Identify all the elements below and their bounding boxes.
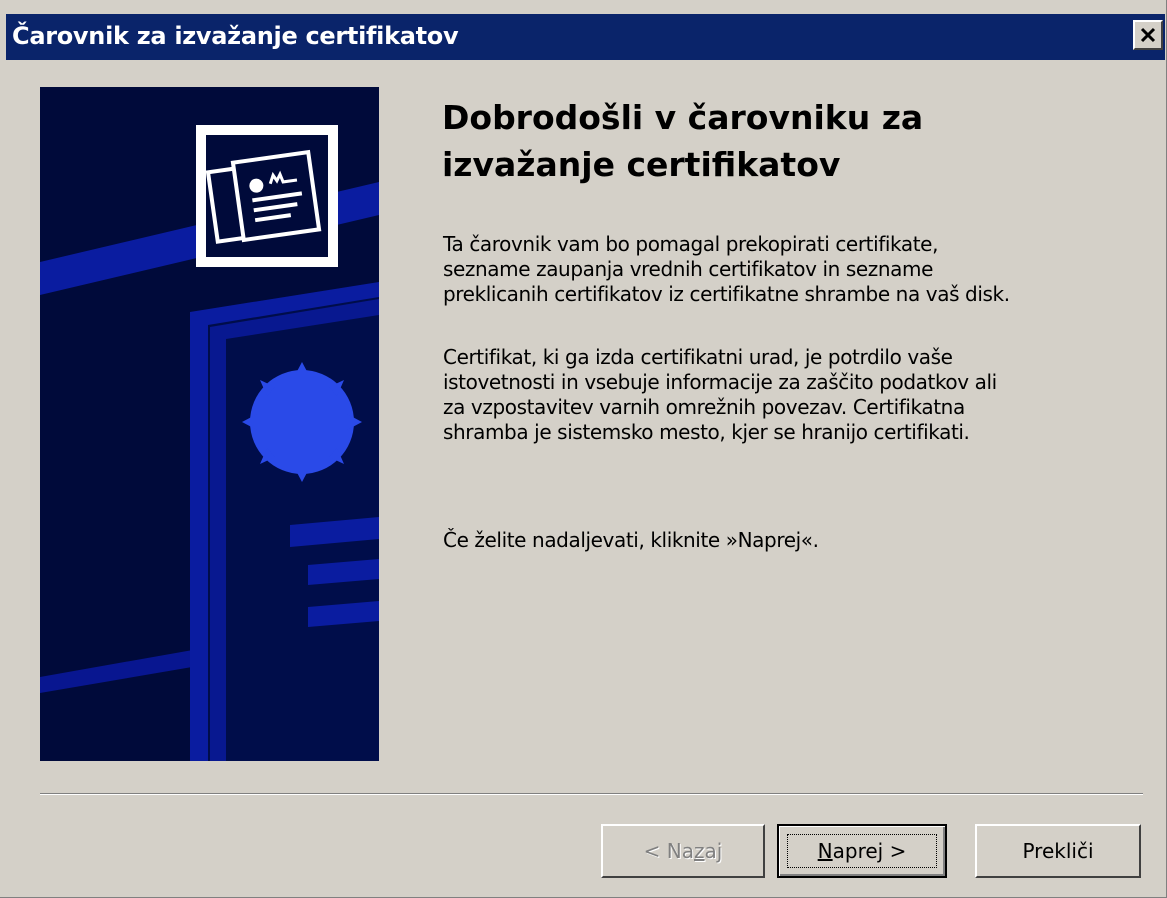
next-button[interactable]: Naprej > (777, 824, 947, 878)
certificate-seal (242, 362, 362, 482)
certificate-icon (196, 125, 338, 267)
heading-line: izvažanje certifikatov (442, 145, 841, 184)
paragraph-line: istovetnosti in vsebuje informacije za z… (443, 370, 997, 394)
cancel-button-label: Prekliči (1022, 839, 1094, 863)
intro-paragraph: Ta čarovnik vam bo pomagal prekopirati c… (443, 232, 1143, 307)
continue-instruction: Če želite nadaljevati, kliknite »Naprej«… (443, 528, 1143, 553)
banner-artwork (40, 87, 379, 761)
wizard-heading: Dobrodošli v čarovniku za izvažanje cert… (442, 94, 1142, 188)
focus-rectangle (787, 834, 937, 868)
paragraph-line: za vzpostavitev varnih omrežnih povezav.… (443, 395, 965, 419)
wizard-window: Čarovnik za izvažanje certifikatov Dobro… (0, 0, 1167, 898)
paragraph-line: Certifikat, ki ga izda certifikatni urad… (443, 345, 953, 369)
paragraph-line: Ta čarovnik vam bo pomagal prekopirati c… (443, 232, 939, 256)
paragraph-line: Če želite nadaljevati, kliknite »Naprej«… (443, 528, 819, 552)
close-icon (1140, 27, 1156, 43)
back-button-label: < Nazaj (643, 839, 723, 863)
paragraph-line: shramba je sistemsko mesto, kjer se hran… (443, 420, 970, 444)
wizard-banner-image (40, 87, 379, 761)
window-title: Čarovnik za izvažanje certifikatov (12, 22, 459, 50)
back-button[interactable]: < Nazaj (601, 824, 765, 878)
certificate-description-paragraph: Certifikat, ki ga izda certifikatni urad… (443, 345, 1143, 445)
button-separator (40, 793, 1143, 795)
heading-line: Dobrodošli v čarovniku za (442, 98, 924, 137)
close-button[interactable] (1133, 20, 1163, 50)
title-bar[interactable]: Čarovnik za izvažanje certifikatov (6, 14, 1165, 60)
paragraph-line: sezname zaupanja vrednih certifikatov in… (443, 257, 934, 281)
paragraph-line: preklicanih certifikatov iz certifikatne… (443, 282, 1010, 306)
cancel-button[interactable]: Prekliči (975, 824, 1141, 878)
